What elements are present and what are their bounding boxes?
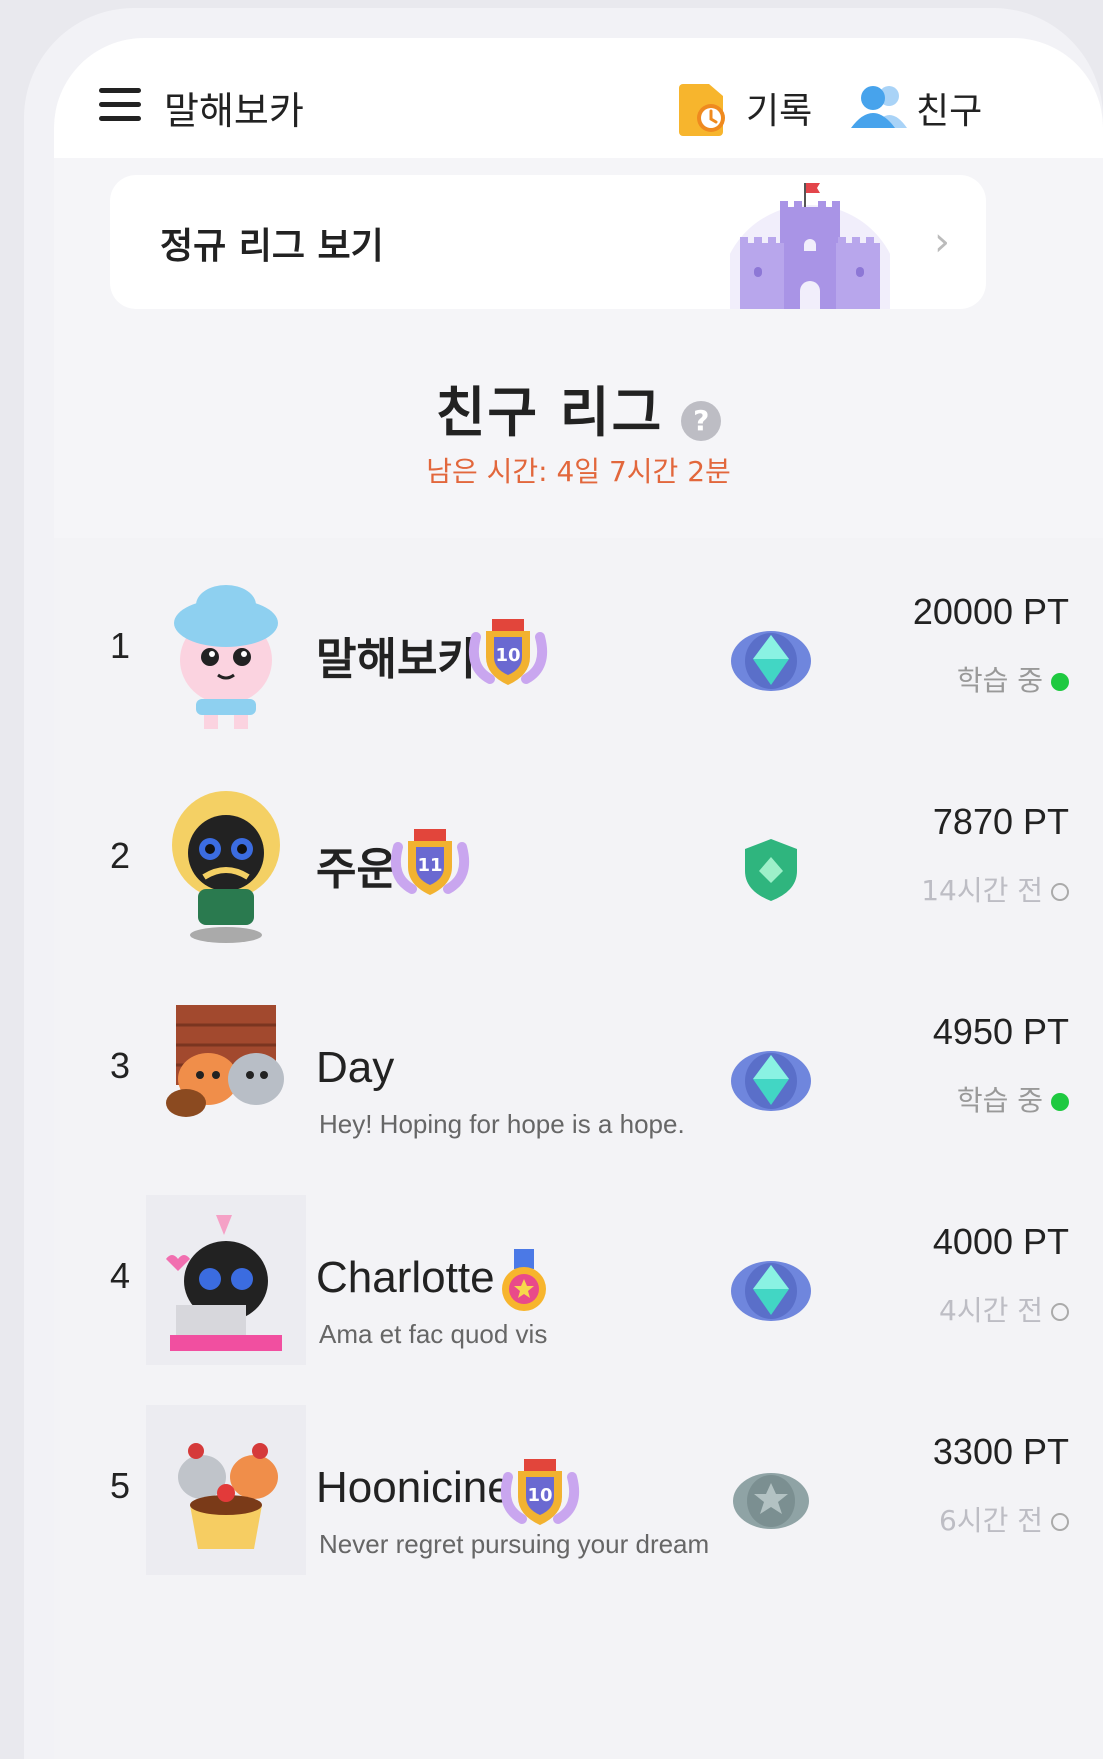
avatar: [146, 1195, 306, 1365]
offline-indicator-icon: [1051, 1303, 1069, 1321]
record-label[interactable]: 기록: [746, 82, 812, 134]
castle-icon: [730, 183, 890, 309]
status-message: Ama et fac quod vis: [319, 1319, 548, 1349]
rank-number: 4: [110, 1255, 131, 1296]
diamond-tier-icon: [731, 1261, 811, 1321]
ranking-row[interactable]: 5 Hoonicine 10 Never regret pursuing you…: [54, 1405, 1103, 1615]
activity-status: 6시간 전: [939, 1499, 1069, 1539]
diamond-tier-icon: [731, 631, 811, 691]
help-icon[interactable]: ?: [681, 400, 722, 441]
chevron-right-icon: ›: [934, 219, 950, 265]
diamond-tier-icon: [731, 1051, 811, 1111]
rank-number: 2: [110, 835, 131, 876]
friends-icon[interactable]: [851, 82, 907, 130]
user-name: Charlotte: [316, 1253, 495, 1302]
avatar: [172, 791, 280, 943]
level-badge-icon: 10: [500, 1459, 580, 1525]
emerald-tier-icon: [745, 839, 797, 901]
badge-level: 10: [495, 645, 520, 666]
rank-number: 5: [110, 1465, 131, 1506]
user-name: Day: [316, 1043, 395, 1092]
status-message: Hey! Hoping for hope is a hope.: [319, 1109, 685, 1139]
avatar: [174, 585, 278, 729]
regular-league-label: 정규 리그 보기: [160, 226, 384, 267]
activity-status: 학습 중: [957, 659, 1069, 699]
user-name: Hoonicine: [316, 1463, 512, 1512]
regular-league-card[interactable]: 정규 리그 보기 ›: [110, 175, 986, 309]
activity-status: 4시간 전: [939, 1289, 1069, 1329]
level-badge-icon: 10: [468, 619, 548, 685]
badge-level: 11: [417, 855, 442, 876]
app-title: 말해보카: [164, 89, 304, 133]
ranking-row[interactable]: 1 말해보카 10 20000 PT 학습 중: [54, 565, 1103, 775]
user-name: 주운: [316, 845, 397, 894]
activity-label: 4시간 전: [939, 1294, 1043, 1327]
avatar: [166, 1005, 284, 1117]
points: 4950 PT: [932, 1011, 1069, 1052]
league-title: 친구 리그: [435, 381, 664, 444]
ranking-row[interactable]: 2 주운 11 7870 PT 14시간 전: [54, 775, 1103, 985]
activity-label: 학습 중: [956, 1084, 1043, 1117]
online-indicator-icon: [1051, 1093, 1069, 1111]
activity-label: 6시간 전: [939, 1504, 1043, 1537]
hamburger-menu-icon[interactable]: [99, 88, 141, 122]
time-left: 남은 시간: 4일 7시간 2분: [426, 455, 731, 488]
friends-label[interactable]: 친구: [916, 82, 982, 134]
silver-tier-icon: [733, 1473, 809, 1529]
badge-level: 10: [527, 1485, 552, 1506]
app-screen: 말해보카 기록 친구 정규 리그 보기 › 친구 리그 ? 남은 시간: 4일 …: [54, 38, 1103, 1759]
user-name: 말해보카: [316, 635, 478, 684]
online-indicator-icon: [1051, 673, 1069, 691]
ranking-row[interactable]: 4 Charlotte Ama et fac quod vis 4000 PT …: [54, 1195, 1103, 1405]
activity-status: 14시간 전: [921, 869, 1069, 909]
activity-label: 학습 중: [956, 664, 1043, 697]
medal-badge-icon: [502, 1249, 546, 1311]
avatar: [146, 1405, 306, 1575]
device-frame: 말해보카 기록 친구 정규 리그 보기 › 친구 리그 ? 남은 시간: 4일 …: [24, 8, 1103, 1759]
record-icon[interactable]: [679, 78, 729, 136]
rank-number: 3: [110, 1045, 131, 1086]
rank-number: 1: [110, 625, 131, 666]
activity-label: 14시간 전: [921, 874, 1043, 907]
points: 4000 PT: [932, 1221, 1069, 1262]
top-app-bar: 말해보카 기록 친구: [54, 38, 1103, 158]
status-message: Never regret pursuing your dream: [319, 1529, 710, 1559]
points: 20000 PT: [912, 591, 1069, 632]
offline-indicator-icon: [1051, 883, 1069, 901]
activity-status: 학습 중: [957, 1079, 1069, 1119]
ranking-row[interactable]: 3 Day Hey! Hoping for hope is a hope. 49…: [54, 985, 1103, 1195]
points: 3300 PT: [932, 1431, 1069, 1472]
level-badge-icon: 11: [390, 829, 470, 895]
league-title-row: 친구 리그?: [54, 368, 1103, 447]
points: 7870 PT: [932, 801, 1069, 842]
offline-indicator-icon: [1051, 1513, 1069, 1531]
